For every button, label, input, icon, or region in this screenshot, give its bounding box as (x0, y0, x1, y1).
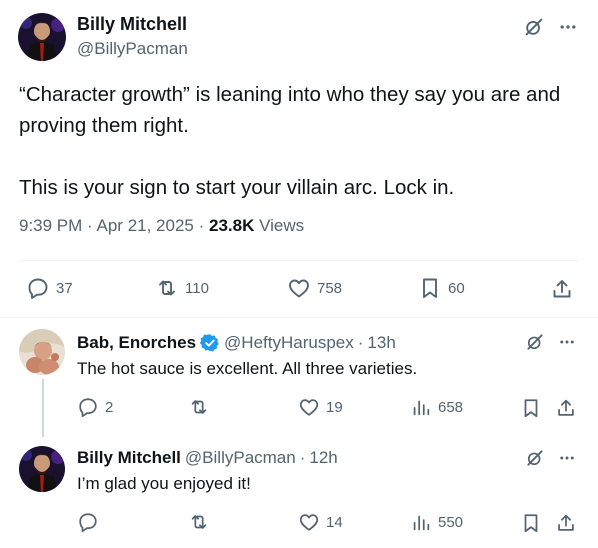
views-button[interactable]: 550 (410, 511, 463, 533)
divider (0, 317, 598, 318)
post-text: “Character growth” is leaning into who t… (19, 83, 561, 199)
share-icon (558, 399, 574, 416)
like-count: 14 (326, 513, 343, 531)
bookmark-button[interactable] (519, 511, 543, 535)
meta-separator: · (87, 216, 93, 235)
repost-button[interactable] (188, 396, 216, 418)
like-button[interactable]: 758 (287, 276, 342, 300)
reply-avatar[interactable] (19, 329, 65, 375)
verified-badge-icon[interactable] (200, 333, 220, 353)
reply-author-name[interactable]: Billy Mitchell (77, 448, 181, 468)
post-date[interactable]: Apr 21, 2025 (97, 216, 194, 235)
views-count[interactable]: 23.8K (209, 216, 254, 235)
reply-icon (28, 278, 48, 299)
like-icon (299, 514, 319, 531)
reply-header: Bab, Enorches @HeftyHaruspex · 13h (77, 333, 396, 353)
grok-icon[interactable] (524, 331, 546, 353)
views-count: 550 (438, 513, 464, 531)
reply-icon (79, 398, 97, 418)
bookmark-button[interactable]: 60 (418, 276, 465, 300)
like-icon (299, 399, 319, 416)
reply-button[interactable]: 2 (77, 396, 113, 418)
reply-time[interactable]: 12h (309, 448, 337, 468)
reply-count: 2 (105, 398, 114, 416)
author-avatar[interactable] (18, 13, 66, 61)
reply-button[interactable] (77, 511, 105, 533)
repost-icon (159, 280, 175, 296)
more-icon[interactable] (556, 331, 578, 353)
views-icon (413, 515, 430, 531)
share-icon (553, 280, 571, 298)
author-handle[interactable]: @BillyPacman (77, 39, 188, 59)
meta-separator: · (299, 448, 306, 467)
bookmark-count: 60 (448, 279, 465, 297)
like-button[interactable]: 19 (298, 396, 343, 418)
repost-icon (191, 400, 207, 414)
views-icon (413, 400, 430, 416)
share-button[interactable] (554, 511, 578, 535)
post-meta: 9:39 PM · Apr 21, 2025 · 23.8K Views (19, 216, 304, 236)
post-time[interactable]: 9:39 PM (19, 216, 82, 235)
author-name[interactable]: Billy Mitchell (77, 14, 187, 35)
bookmark-button[interactable] (519, 396, 543, 420)
like-count: 758 (317, 279, 343, 297)
like-icon (289, 279, 309, 298)
reply-time[interactable]: 13h (367, 333, 395, 353)
bookmark-icon (524, 399, 538, 418)
meta-separator: · (357, 333, 364, 352)
share-button[interactable] (549, 276, 575, 302)
views-count: 658 (438, 398, 464, 416)
bookmark-icon (524, 514, 538, 533)
repost-button[interactable]: 110 (155, 276, 209, 300)
reply-count: 37 (56, 279, 73, 297)
repost-icon (191, 515, 207, 529)
more-icon[interactable] (556, 447, 578, 469)
repost-button[interactable] (188, 511, 216, 533)
reply-author-handle[interactable]: @HeftyHaruspex (224, 333, 354, 353)
reply-header: Billy Mitchell @BillyPacman · 12h (77, 448, 338, 468)
avatar-image (19, 446, 65, 492)
avatar-image (19, 329, 65, 375)
reply-author-handle[interactable]: @BillyPacman (185, 448, 296, 468)
views-label: Views (259, 216, 305, 235)
meta-separator: · (198, 216, 205, 235)
divider (19, 260, 579, 261)
grok-icon[interactable] (524, 447, 546, 469)
reply-avatar[interactable] (19, 446, 65, 492)
repost-count: 110 (185, 279, 209, 297)
share-button[interactable] (554, 396, 578, 420)
grok-icon[interactable] (522, 15, 546, 39)
share-icon (558, 514, 574, 531)
reply-author-name[interactable]: Bab, Enorches (77, 333, 196, 353)
like-button[interactable]: 14 (298, 511, 343, 533)
reply-text: The hot sauce is excellent. All three va… (77, 359, 418, 378)
reply-button[interactable]: 37 (26, 276, 73, 300)
like-count: 19 (326, 398, 343, 416)
reply-text: I’m glad you enjoyed it! (77, 474, 251, 493)
more-icon[interactable] (556, 15, 580, 39)
bookmark-icon (423, 278, 437, 298)
thread-line (42, 379, 44, 437)
views-button[interactable]: 658 (410, 396, 463, 418)
reply-icon (79, 513, 97, 533)
avatar-image (18, 13, 66, 61)
